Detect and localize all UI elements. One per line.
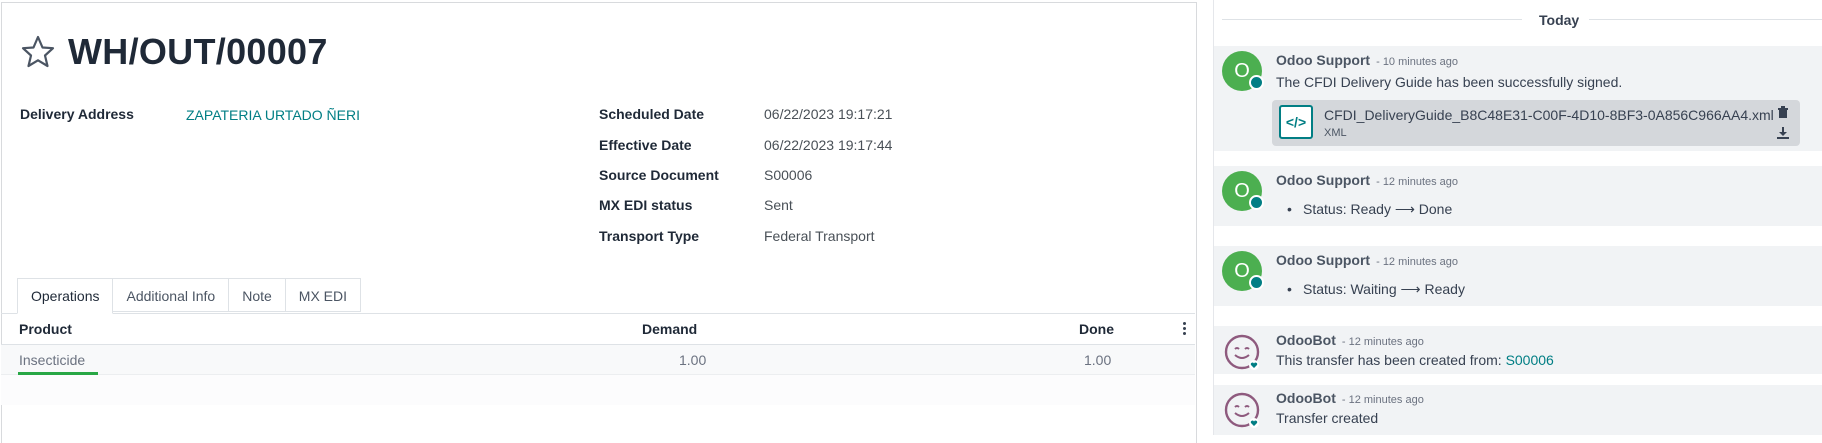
table-empty-row xyxy=(1,375,1195,405)
odoobot-avatar-icon[interactable] xyxy=(1222,390,1262,430)
chatter-message: OdooBot - 12 minutes ago This transfer ha… xyxy=(1214,326,1822,374)
delivery-address-link[interactable]: ZAPATERIA URTADO ÑERI xyxy=(186,107,360,123)
star-icon[interactable] xyxy=(20,34,56,70)
tab-note[interactable]: Note xyxy=(229,278,286,312)
tab-additional-info[interactable]: Additional Info xyxy=(113,278,230,312)
message-author: OdooBot - 12 minutes ago xyxy=(1276,390,1424,406)
message-time: - 10 minutes ago xyxy=(1376,56,1459,68)
delivery-address-label: Delivery Address xyxy=(20,106,134,122)
message-body: Transfer created xyxy=(1276,410,1379,426)
source-document-field[interactable]: S00006 xyxy=(764,167,812,183)
mx-edi-status-label: MX EDI status xyxy=(599,197,693,213)
chatter-message: O Odoo Support- 12 minutes ago Status: W… xyxy=(1214,246,1822,306)
attachment-type: XML xyxy=(1324,127,1347,139)
tracking-value: Status: Waiting ⟶ Ready xyxy=(1287,281,1465,298)
column-done[interactable]: Done xyxy=(1079,321,1114,337)
column-demand[interactable]: Demand xyxy=(642,321,697,337)
row-done[interactable]: 1.00 xyxy=(1084,352,1111,368)
notebook-tabs: Operations Additional Info Note MX EDI xyxy=(17,278,362,314)
tracking-value: Status: Ready ⟶ Done xyxy=(1287,201,1452,218)
chatter-message: O Odoo Support- 12 minutes ago Status: R… xyxy=(1214,166,1822,226)
scheduled-date-label: Scheduled Date xyxy=(599,106,705,122)
online-status-icon xyxy=(1249,275,1264,290)
message-author: Odoo Support - 12 minutes ago xyxy=(1276,172,1459,188)
attachment-name: CFDI_DeliveryGuide_B8C48E31-C00F-4D10-8B… xyxy=(1324,107,1774,123)
effective-date-label: Effective Date xyxy=(599,137,692,153)
message-author: Odoo Support - 12 minutes ago xyxy=(1276,252,1459,268)
chatter: Today O Odoo Support - 10 minutes ago The… xyxy=(1213,0,1822,435)
table-row[interactable]: Insecticide 1.00 1.00 xyxy=(1,345,1195,375)
effective-date-field: 06/22/2023 19:17:44 xyxy=(764,137,893,153)
chatter-message: OdooBot - 12 minutes ago Transfer created xyxy=(1214,385,1822,435)
transport-type-field[interactable]: Federal Transport xyxy=(764,228,875,244)
today-divider-left xyxy=(1222,19,1522,20)
source-document-link[interactable]: S00006 xyxy=(1506,352,1554,368)
column-product[interactable]: Product xyxy=(19,321,72,337)
code-icon: </> xyxy=(1279,105,1313,139)
download-icon[interactable] xyxy=(1776,126,1792,142)
tab-mx-edi[interactable]: MX EDI xyxy=(285,278,362,312)
mx-edi-status-field: Sent xyxy=(764,197,793,213)
row-product[interactable]: Insecticide xyxy=(19,352,85,368)
message-body: The CFDI Delivery Guide has been success… xyxy=(1276,74,1623,90)
row-demand[interactable]: 1.00 xyxy=(679,352,706,368)
source-document-label: Source Document xyxy=(599,167,719,183)
odoobot-avatar-icon[interactable] xyxy=(1222,332,1262,372)
table-header: Product Demand Done xyxy=(1,314,1195,345)
online-status-icon xyxy=(1249,195,1264,210)
message-time: - 12 minutes ago xyxy=(1341,394,1424,406)
trash-icon[interactable] xyxy=(1776,105,1792,121)
today-divider-right xyxy=(1589,19,1822,20)
message-time: - 12 minutes ago xyxy=(1376,176,1459,188)
attachment-card[interactable]: </> CFDI_DeliveryGuide_B8C48E31-C00F-4D1… xyxy=(1272,100,1800,146)
message-body: This transfer has been created from: S00… xyxy=(1276,352,1554,368)
tab-operations[interactable]: Operations xyxy=(17,278,114,314)
message-author: Odoo Support - 10 minutes ago xyxy=(1276,52,1459,68)
today-label: Today xyxy=(1539,12,1580,28)
message-author: OdooBot - 12 minutes ago xyxy=(1276,332,1424,348)
title-row: WH/OUT/00007 xyxy=(20,31,328,73)
message-time: - 12 minutes ago xyxy=(1376,256,1459,268)
transport-type-label: Transport Type xyxy=(599,228,700,244)
message-time: - 12 minutes ago xyxy=(1341,336,1424,348)
chatter-message: O Odoo Support - 10 minutes ago The CFDI … xyxy=(1214,46,1822,151)
scheduled-date-field[interactable]: 06/22/2023 19:17:21 xyxy=(764,106,892,122)
column-options-icon[interactable] xyxy=(1183,322,1187,337)
online-status-icon xyxy=(1249,75,1264,90)
page-title: WH/OUT/00007 xyxy=(68,31,328,72)
